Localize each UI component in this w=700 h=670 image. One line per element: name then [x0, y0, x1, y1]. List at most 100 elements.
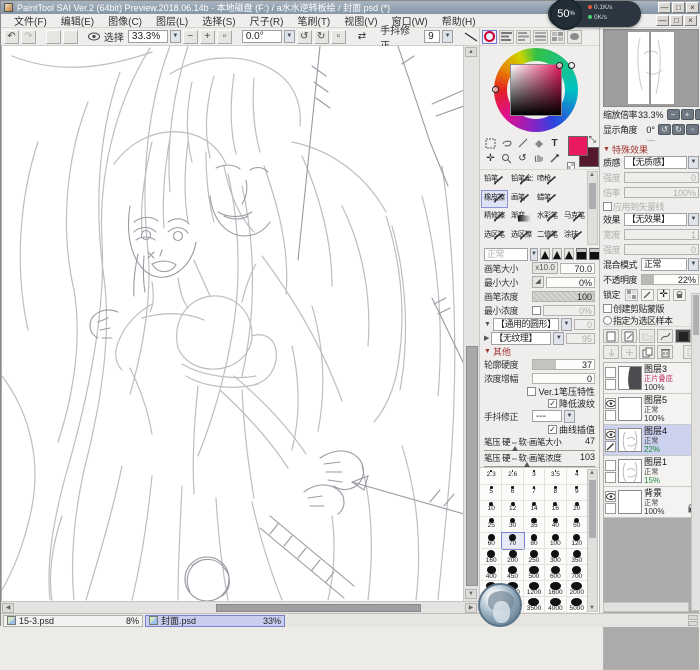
brush-shape-4[interactable] — [576, 248, 587, 260]
hue-cursor-2[interactable] — [492, 86, 499, 93]
brush-size-12[interactable]: 12 — [502, 501, 523, 517]
foreground-color-swatch[interactable] — [568, 136, 588, 156]
brush-size-unit-button[interactable]: x10.0 — [532, 262, 558, 274]
brush-stabilizer-dd[interactable]: ▼ — [564, 410, 575, 423]
zoom-dropdown-button[interactable]: ▼ — [170, 30, 181, 43]
brush-stabilizer-value[interactable]: --- — [532, 410, 562, 422]
texture-strength-slider[interactable]: 0 — [624, 172, 699, 183]
doc-tab-封面.psd[interactable]: 封面.psd33% — [145, 615, 285, 627]
pressure-size-row[interactable]: 笔压 硬⇔软·画笔大小 47 — [484, 435, 595, 451]
layer-row-背景[interactable]: 背景正常100% — [604, 487, 698, 518]
eyedropper-icon[interactable] — [547, 151, 562, 165]
lock-all-icon[interactable] — [673, 289, 686, 301]
sv-cursor[interactable] — [556, 62, 563, 69]
brush-size-350[interactable]: 350 — [567, 549, 588, 565]
menu-item[interactable]: 文件(F) — [7, 13, 54, 28]
brush-shape-2[interactable] — [552, 248, 562, 260]
brush-blend-dropdown[interactable]: 正常 — [484, 248, 528, 261]
brush-size-60[interactable]: 60 — [481, 533, 502, 549]
text-tool-icon[interactable]: T — [547, 136, 562, 150]
tool-smudge-icon[interactable]: 涂抹 — [561, 227, 588, 246]
lasso-icon[interactable] — [499, 136, 514, 150]
min-density-slider[interactable]: 0% — [543, 305, 595, 316]
tool-marker-icon[interactable]: 马克笔 — [561, 208, 588, 227]
brush-shape-dropdown[interactable]: 【通用的圆形】 — [493, 318, 559, 331]
ver1-pressure-checkbox[interactable] — [527, 387, 536, 396]
brush-size-160[interactable]: 160 — [481, 549, 502, 565]
scroll-left-button[interactable]: ◀ — [2, 603, 14, 613]
brush-size-8[interactable]: 8 — [545, 485, 566, 501]
nav-zoom-in-button[interactable]: + — [681, 109, 694, 120]
new-sketch-layer-button[interactable] — [621, 329, 637, 343]
zoom-reset-button[interactable]: ▫ — [217, 30, 232, 44]
layer-draw-indicator[interactable] — [605, 503, 616, 514]
reduce-ripple-checkbox[interactable]: ✓ — [548, 399, 557, 408]
texture-dropdown[interactable]: 【无质感】 — [624, 156, 687, 169]
brush-size-600[interactable]: 600 — [545, 565, 566, 581]
transfer-down-button[interactable] — [603, 345, 619, 359]
effect-width-slider[interactable]: 1 — [624, 229, 699, 240]
brush-blend-dd-button[interactable]: ▼ — [530, 248, 538, 261]
brush-size-5000[interactable]: 5000 — [567, 597, 588, 613]
brush-size-5[interactable]: 5 — [481, 485, 502, 501]
brush-size-16[interactable]: 16 — [545, 501, 566, 517]
layer-row-图层3[interactable]: 图层3正片叠底100% — [604, 363, 698, 394]
menu-item[interactable]: 尺子(R) — [243, 13, 291, 28]
rgb-slider-tab[interactable] — [499, 30, 514, 44]
tool-airbrush-icon[interactable]: 喷枪 — [534, 171, 561, 190]
rotate-cw-button[interactable]: ↻ — [314, 30, 329, 44]
brush-size-25[interactable]: 25 — [481, 517, 502, 533]
flip-icon[interactable]: ⇄ — [358, 31, 366, 42]
nav-zoom-reset-button[interactable]: ▫ — [695, 109, 700, 120]
layer-panel-hscrollbar[interactable] — [603, 602, 689, 612]
layer-draw-indicator[interactable] — [605, 410, 616, 421]
brush-texture-dd-button[interactable]: ▼ — [553, 332, 564, 345]
menu-item[interactable]: 帮助(H) — [435, 13, 483, 28]
magic-wand-icon[interactable] — [515, 136, 530, 150]
rotate-tool-icon[interactable]: ↺ — [515, 151, 530, 165]
menu-item[interactable]: 选择(S) — [195, 13, 242, 28]
zoom-field[interactable]: 33.3% — [128, 30, 168, 43]
navigator[interactable] — [603, 29, 699, 107]
other-section-header[interactable]: 其他 — [493, 345, 511, 358]
line-tool-icon[interactable] — [463, 31, 479, 43]
brush-shape-1[interactable] — [540, 248, 550, 260]
pressure-density-row[interactable]: 笔压 硬⇔软·画笔浓度 103 — [484, 451, 595, 467]
brush-size-120[interactable]: 120 — [567, 533, 588, 549]
layer-draw-indicator[interactable] — [605, 379, 616, 390]
brush-size-3500[interactable]: 3500 — [524, 597, 545, 613]
layer-visibility-toggle[interactable] — [605, 460, 616, 471]
min-size-slider[interactable]: 0% — [546, 277, 595, 288]
canvas-vertical-scrollbar[interactable]: ▲ ▼ — [463, 46, 479, 601]
brush-size-2.6[interactable]: 2.6 — [502, 469, 523, 485]
color-wheel-tab[interactable] — [482, 30, 497, 44]
swatches-tab[interactable] — [550, 30, 565, 44]
brush-size-500[interactable]: 500 — [524, 565, 545, 581]
zoom-tool-icon[interactable] — [499, 151, 514, 165]
blend-mode-dd-button[interactable]: ▼ — [688, 258, 699, 271]
brush-size-scrollbar[interactable]: ▲ ▼ — [587, 469, 598, 612]
effect-dd-button[interactable]: ▼ — [688, 213, 699, 226]
layer-row-图层1[interactable]: 图层1正常15% — [604, 456, 698, 487]
maximize-button[interactable]: □ — [672, 2, 685, 13]
undo-button[interactable]: ↶ — [4, 30, 19, 44]
density-gain-slider[interactable]: 0 — [532, 373, 595, 384]
new-layer-button[interactable] — [603, 329, 619, 343]
nav-rotate-ccw-button[interactable]: ↺ — [658, 124, 671, 135]
min-density-checkbox[interactable] — [532, 306, 541, 315]
brush-size-2.3[interactable]: 2.3 — [481, 469, 502, 485]
angle-reset-button[interactable]: ▫ — [331, 30, 346, 44]
doc-tab-15-3.psd[interactable]: 15-3.psd8% — [3, 615, 143, 627]
brush-size-400[interactable]: 400 — [481, 565, 502, 581]
zoom-in-button[interactable]: + — [200, 30, 215, 44]
minimize-button[interactable]: — — [658, 2, 671, 13]
angle-dropdown-button[interactable]: ▼ — [284, 30, 295, 43]
brush-size-300[interactable]: 300 — [545, 549, 566, 565]
scroll-down-button[interactable]: ▼ — [465, 589, 477, 599]
brush-size-50[interactable]: 50 — [567, 517, 588, 533]
texture-dd-button[interactable]: ▼ — [688, 156, 699, 169]
density-slider[interactable]: 100 — [532, 291, 595, 302]
nav-angle-reset-button[interactable]: ▫ — [686, 124, 699, 135]
tabbar-buttons[interactable] — [688, 615, 698, 626]
lock-draw-icon[interactable] — [641, 289, 654, 301]
